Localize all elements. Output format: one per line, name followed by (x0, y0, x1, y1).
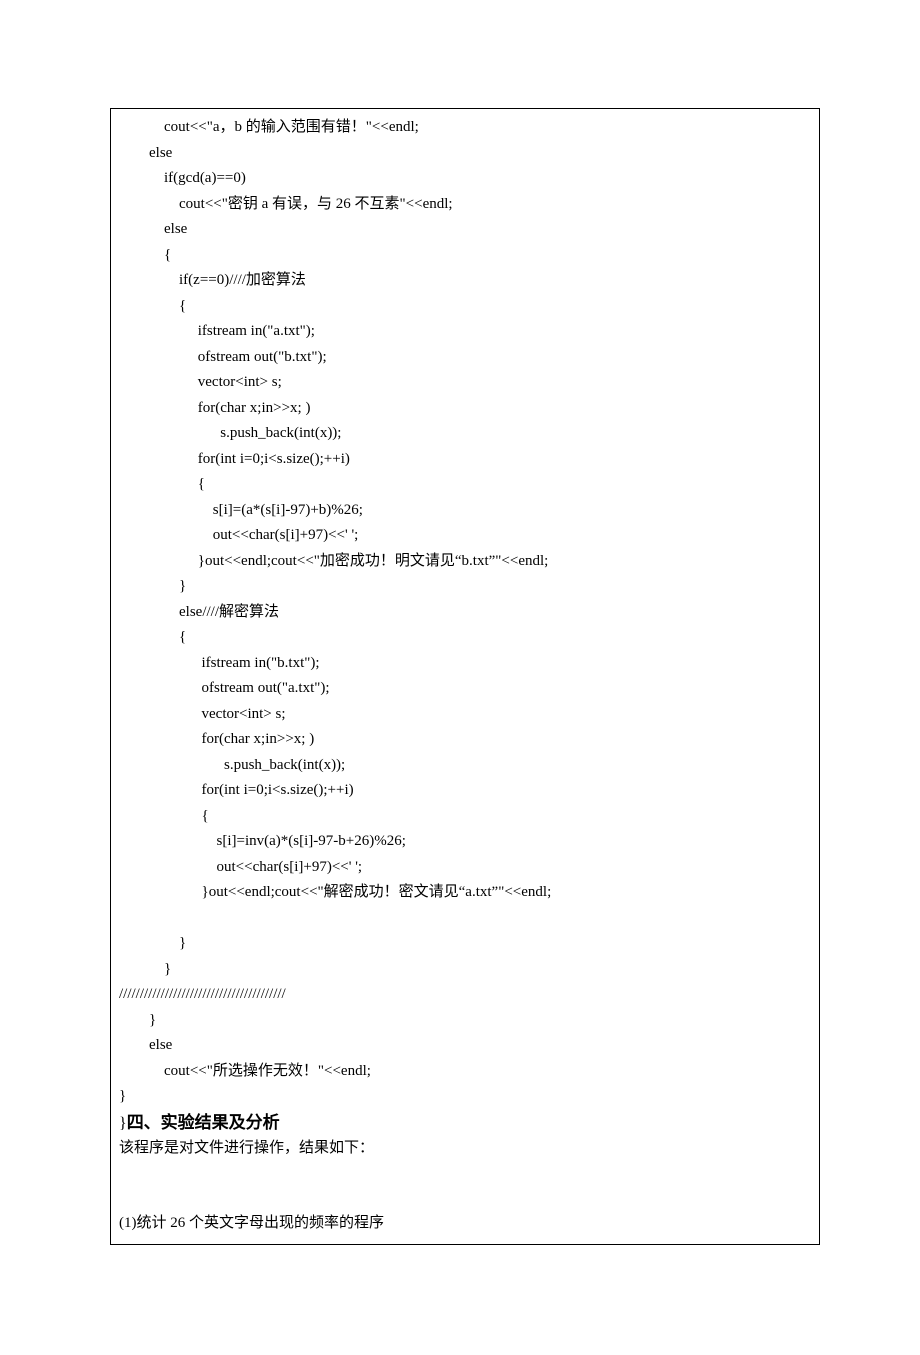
blank-line (119, 1161, 811, 1186)
footer-line: (1)统计 26 个英文字母出现的频率的程序 (119, 1211, 811, 1236)
heading-line: }四、实验结果及分析 (119, 1110, 811, 1136)
blank-line (119, 1186, 811, 1211)
heading-prefix: } (119, 1115, 127, 1132)
content-frame: cout<<"a，b 的输入范围有错！"<<endl; else if(gcd(… (110, 108, 820, 1245)
code-block: cout<<"a，b 的输入范围有错！"<<endl; else if(gcd(… (119, 115, 811, 1110)
body-paragraph: 该程序是对文件进行操作，结果如下： (119, 1136, 811, 1161)
section-heading: 四、实验结果及分析 (127, 1113, 280, 1132)
document-page: cout<<"a，b 的输入范围有错！"<<endl; else if(gcd(… (0, 0, 920, 1355)
